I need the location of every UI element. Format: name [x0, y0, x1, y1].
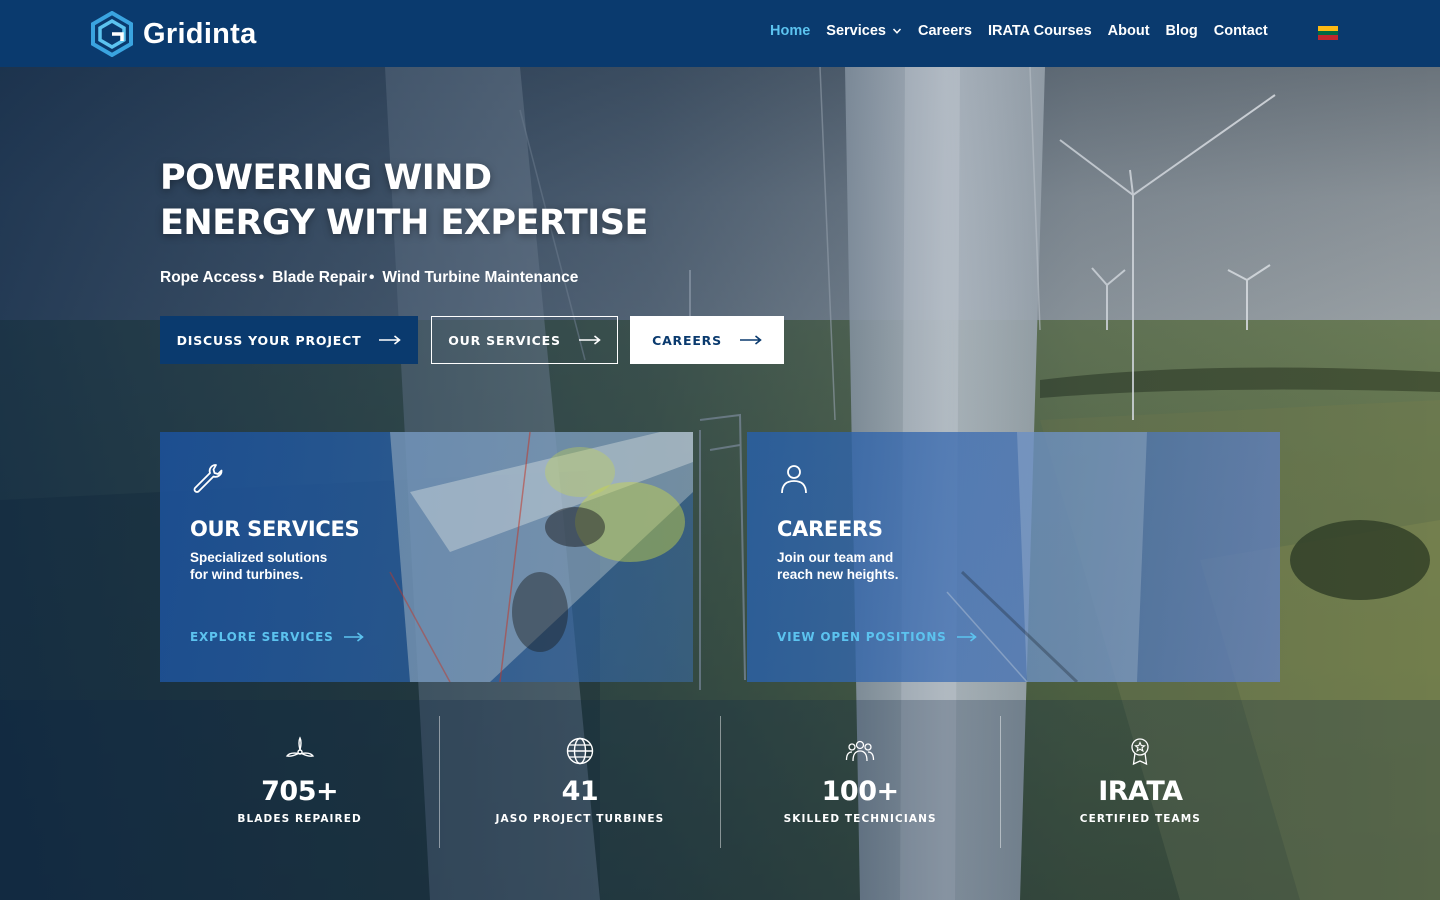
- nav-item-irata-courses[interactable]: IRATA Courses: [988, 23, 1092, 39]
- nav-item-blog[interactable]: Blog: [1166, 23, 1198, 39]
- services-card-text: Specialized solutions for wind turbines.: [190, 549, 390, 583]
- careers-card-title: CAREERS: [777, 517, 883, 541]
- discuss-project-button-label: DISCUSS YOUR PROJECT: [176, 332, 362, 348]
- certificate-icon: [1131, 738, 1150, 766]
- stat-blades-repaired: 705+ BLADES REPAIRED: [160, 716, 439, 848]
- services-card-title: OUR SERVICES: [190, 517, 360, 541]
- globe-icon: [566, 737, 594, 765]
- hero-title: POWERING WIND ENERGY WITH EXPERTISE: [160, 156, 648, 246]
- stat-jaso-project-turbines: 41 JASO PROJECT TURBINES: [439, 716, 719, 848]
- lithuania-flag-icon[interactable]: [1318, 26, 1338, 41]
- stat-label: SKILLED TECHNICIANS: [783, 813, 937, 825]
- stat-value: 41: [561, 776, 599, 807]
- hero-subtitle-item: Rope Access: [160, 269, 257, 286]
- stat-label: BLADES REPAIRED: [237, 813, 362, 825]
- hero-subtitle: Rope Access • Blade Repair • Wind Turbin…: [160, 269, 578, 287]
- main-nav: Home Services Careers IRATA Courses Abou…: [770, 23, 1284, 39]
- hero-subtitle-item: Blade Repair: [272, 269, 367, 286]
- wrench-icon: [193, 464, 223, 493]
- explore-services-link-label: EXPLORE SERVICES: [190, 630, 334, 644]
- team-icon: [845, 740, 875, 762]
- arrow-right-icon: [739, 335, 762, 345]
- stat-label: JASO PROJECT TURBINES: [495, 813, 665, 825]
- arrow-right-icon: [578, 335, 601, 345]
- arrow-right-icon: [343, 632, 364, 642]
- view-open-positions-link[interactable]: VIEW OPEN POSITIONS: [777, 630, 977, 644]
- careers-card-text-line: Join our team and: [777, 550, 894, 565]
- nav-item-home[interactable]: Home: [770, 23, 810, 39]
- site-header: Gridinta Home Services Careers IRATA Cou…: [0, 0, 1440, 67]
- our-services-button-label: OUR SERVICES: [448, 332, 561, 348]
- view-open-positions-link-label: VIEW OPEN POSITIONS: [777, 630, 947, 644]
- explore-services-link[interactable]: EXPLORE SERVICES: [190, 630, 364, 644]
- stat-value: 100+: [821, 776, 899, 807]
- gridinta-logo-icon: [91, 11, 133, 57]
- stat-value: 705+: [261, 776, 339, 807]
- discuss-project-button[interactable]: DISCUSS YOUR PROJECT: [160, 316, 418, 364]
- logo[interactable]: Gridinta: [89, 10, 257, 58]
- nav-item-careers[interactable]: Careers: [918, 23, 972, 39]
- nav-item-services-label: Services: [826, 23, 886, 39]
- nav-item-contact[interactable]: Contact: [1214, 23, 1268, 39]
- careers-card-text-line: reach new heights.: [777, 567, 899, 582]
- our-services-button[interactable]: OUR SERVICES: [431, 316, 618, 364]
- services-card-text-line: Specialized solutions: [190, 550, 328, 565]
- services-card-text-line: for wind turbines.: [190, 567, 304, 582]
- services-card[interactable]: OUR SERVICES Specialized solutions for w…: [160, 432, 693, 682]
- chevron-down-icon: [892, 28, 902, 34]
- turbine-icon: [285, 736, 314, 757]
- separator-dot: •: [258, 269, 265, 286]
- stat-certified-teams: IRATA CERTIFIED TEAMS: [999, 716, 1280, 848]
- stat-value: IRATA: [1098, 776, 1183, 807]
- nav-item-services[interactable]: Services: [826, 23, 902, 39]
- careers-button-label: CAREERS: [652, 332, 722, 348]
- separator-dot: •: [368, 269, 375, 286]
- stat-skilled-technicians: 100+ SKILLED TECHNICIANS: [719, 716, 1000, 848]
- careers-card[interactable]: CAREERS Join our team and reach new heig…: [747, 432, 1280, 682]
- arrow-right-icon: [956, 632, 977, 642]
- hero-title-line1: POWERING WIND: [160, 158, 492, 198]
- careers-card-text: Join our team and reach new heights.: [777, 549, 977, 583]
- stats-bar: 705+ BLADES REPAIRED 41 JASO PROJECT TUR…: [160, 716, 1280, 848]
- hero-subtitle-item: Wind Turbine Maintenance: [382, 269, 579, 286]
- arrow-right-icon: [379, 335, 402, 345]
- person-icon: [781, 465, 807, 494]
- nav-item-about[interactable]: About: [1108, 23, 1150, 39]
- careers-button[interactable]: CAREERS: [630, 316, 784, 364]
- stat-label: CERTIFIED TEAMS: [1079, 813, 1201, 825]
- hero-title-line2: ENERGY WITH EXPERTISE: [160, 203, 648, 243]
- logo-text: Gridinta: [143, 17, 257, 50]
